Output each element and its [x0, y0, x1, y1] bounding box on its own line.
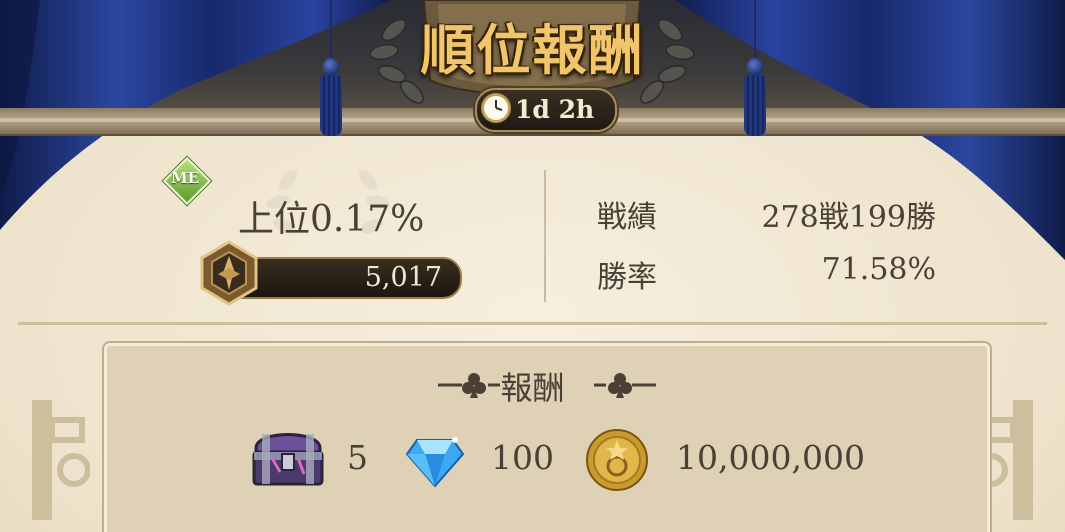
me-badge: ME: [162, 156, 212, 206]
treasure-chest-icon: [252, 433, 324, 486]
rating-points: 5,017: [364, 262, 442, 293]
chest-amount: 5: [347, 438, 368, 477]
winrate-value: 71.58%: [821, 252, 936, 287]
club-ornament-right-icon: [594, 373, 656, 398]
diamond-amount: 100: [491, 438, 554, 477]
reward-title: 報酬: [500, 369, 565, 407]
rank-crest-icon: [200, 240, 258, 306]
time-remaining: 1d 2h: [475, 88, 617, 132]
stats-divider: [544, 170, 546, 302]
club-ornament-left-icon: [438, 373, 500, 398]
blue-diamond-icon: [405, 437, 465, 488]
frame-ornament-left: [32, 400, 90, 520]
coin-amount: 10,000,000: [676, 438, 865, 477]
page-title: 順位報酬: [420, 18, 645, 82]
gold-coin-icon: [586, 429, 648, 491]
clock-icon: [481, 93, 511, 123]
timer-text: 1d 2h: [515, 95, 595, 124]
rank-percentile: 上位0.17%: [238, 199, 425, 240]
winrate-label: 勝率: [597, 260, 657, 295]
ranking-reward-screen: 順位報酬 1d 2h ME 上位0.17% 5,017 戦績 278戦199勝: [0, 0, 1065, 532]
record-label: 戦績: [597, 200, 657, 235]
record-value: 278戦199勝: [761, 200, 936, 235]
